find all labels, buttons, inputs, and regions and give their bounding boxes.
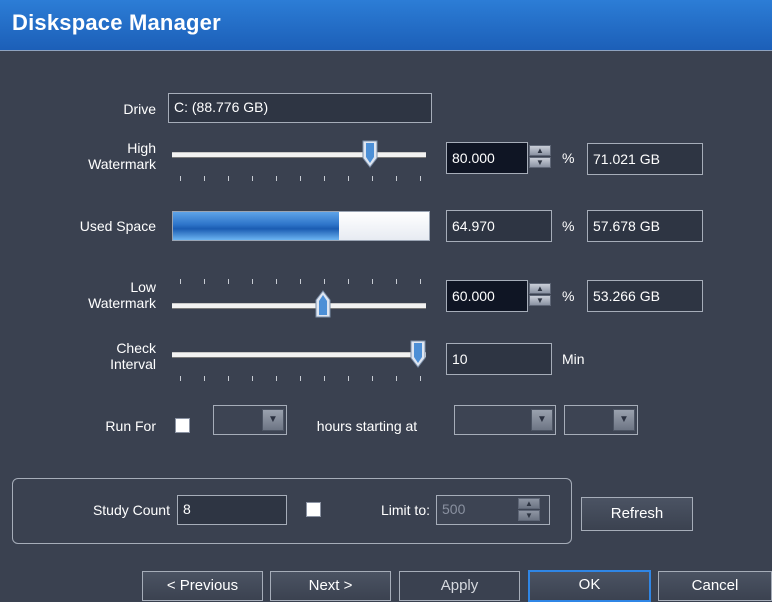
high-watermark-label-line1: High — [127, 140, 156, 156]
limit-to-spinner[interactable]: ▲ ▼ — [518, 498, 540, 522]
run-for-checkbox[interactable] — [175, 418, 190, 433]
slider-tick — [324, 176, 325, 181]
slider-tick — [204, 176, 205, 181]
slider-tick — [348, 176, 349, 181]
drive-field: C: (88.776 GB) — [168, 93, 432, 123]
low-watermark-ticks — [180, 279, 421, 287]
ok-button[interactable]: OK — [528, 570, 651, 602]
spin-up-icon[interactable]: ▲ — [518, 498, 540, 509]
slider-tick — [204, 279, 205, 284]
slider-tick — [420, 279, 421, 284]
spin-up-icon[interactable]: ▲ — [529, 145, 551, 156]
low-watermark-slider-thumb[interactable] — [315, 290, 331, 318]
check-interval-label-line1: Check — [116, 340, 156, 356]
high-watermark-percent-field[interactable]: 80.000 — [446, 142, 528, 174]
hours-starting-at-label: hours starting at — [316, 418, 418, 434]
limit-checkbox[interactable] — [306, 502, 321, 517]
high-watermark-slider-thumb[interactable] — [362, 140, 378, 168]
low-watermark-slider-track[interactable] — [172, 303, 426, 309]
slider-tick — [396, 176, 397, 181]
spin-down-icon[interactable]: ▼ — [518, 510, 540, 521]
slider-tick — [372, 279, 373, 284]
check-interval-unit: Min — [562, 351, 585, 367]
high-watermark-slider-track[interactable] — [172, 152, 426, 158]
spin-down-icon[interactable]: ▼ — [529, 295, 551, 306]
check-interval-ticks — [180, 376, 421, 384]
slider-tick — [420, 376, 421, 381]
high-watermark-size-field: 71.021 GB — [587, 143, 703, 175]
apply-button[interactable]: Apply — [399, 571, 520, 601]
slider-tick — [396, 279, 397, 284]
slider-tick — [396, 376, 397, 381]
slider-tick — [252, 376, 253, 381]
slider-tick — [252, 176, 253, 181]
slider-tick — [300, 279, 301, 284]
high-watermark-ticks — [180, 176, 421, 184]
next-button[interactable]: Next > — [270, 571, 391, 601]
used-space-size-field: 57.678 GB — [587, 210, 703, 242]
used-space-percent-unit: % — [562, 218, 575, 234]
check-interval-field[interactable]: 10 — [446, 343, 552, 375]
slider-tick — [276, 279, 277, 284]
window-title: Diskspace Manager — [12, 10, 221, 35]
slider-tick — [372, 376, 373, 381]
run-for-label: Run For — [105, 418, 156, 434]
study-count-field: 8 — [177, 495, 287, 525]
check-interval-slider-thumb[interactable] — [410, 340, 426, 368]
slider-tick — [252, 279, 253, 284]
study-count-label: Study Count — [92, 502, 170, 518]
low-watermark-percent-field[interactable]: 60.000 — [446, 280, 528, 312]
low-watermark-spinner[interactable]: ▲ ▼ — [529, 283, 551, 307]
chevron-down-icon[interactable]: ▼ — [531, 409, 553, 431]
cancel-button[interactable]: Cancel — [658, 571, 772, 601]
chevron-down-icon[interactable]: ▼ — [613, 409, 635, 431]
low-watermark-size-field: 53.266 GB — [587, 280, 703, 312]
slider-tick — [300, 376, 301, 381]
slider-tick — [372, 176, 373, 181]
slider-tick — [180, 376, 181, 381]
slider-tick — [228, 176, 229, 181]
slider-tick — [228, 376, 229, 381]
low-watermark-label-line2: Watermark — [88, 295, 156, 311]
low-watermark-percent-unit: % — [562, 288, 575, 304]
used-space-percent-field: 64.970 — [446, 210, 552, 242]
diskspace-manager-window: Diskspace Manager Drive C: (88.776 GB) H… — [0, 0, 772, 602]
slider-tick — [420, 176, 421, 181]
slider-tick — [180, 176, 181, 181]
slider-tick — [180, 279, 181, 284]
refresh-button[interactable]: Refresh — [581, 497, 693, 531]
used-space-progress-bar — [172, 211, 430, 241]
title-bar: Diskspace Manager — [0, 0, 772, 51]
slider-tick — [348, 279, 349, 284]
run-for-hours-combo[interactable]: ▼ — [213, 405, 287, 435]
high-watermark-percent-unit: % — [562, 150, 575, 166]
slider-tick — [276, 176, 277, 181]
previous-button[interactable]: < Previous — [142, 571, 263, 601]
low-watermark-label-line1: Low — [130, 279, 156, 295]
slider-tick — [324, 376, 325, 381]
spin-up-icon[interactable]: ▲ — [529, 283, 551, 294]
high-watermark-label-line2: Watermark — [88, 156, 156, 172]
chevron-down-icon[interactable]: ▼ — [262, 409, 284, 431]
start-minute-combo[interactable]: ▼ — [564, 405, 638, 435]
slider-tick — [300, 176, 301, 181]
slider-tick — [276, 376, 277, 381]
slider-tick — [324, 279, 325, 284]
drive-label: Drive — [123, 101, 156, 117]
slider-tick — [348, 376, 349, 381]
high-watermark-spinner[interactable]: ▲ ▼ — [529, 145, 551, 169]
start-hour-combo[interactable]: ▼ — [454, 405, 556, 435]
check-interval-label-line2: Interval — [110, 356, 156, 372]
check-interval-slider-track[interactable] — [172, 352, 426, 358]
used-space-progress-fill — [173, 212, 340, 240]
slider-tick — [228, 279, 229, 284]
spin-down-icon[interactable]: ▼ — [529, 157, 551, 168]
used-space-label: Used Space — [79, 218, 156, 234]
limit-to-label: Limit to: — [380, 502, 430, 518]
slider-tick — [204, 376, 205, 381]
